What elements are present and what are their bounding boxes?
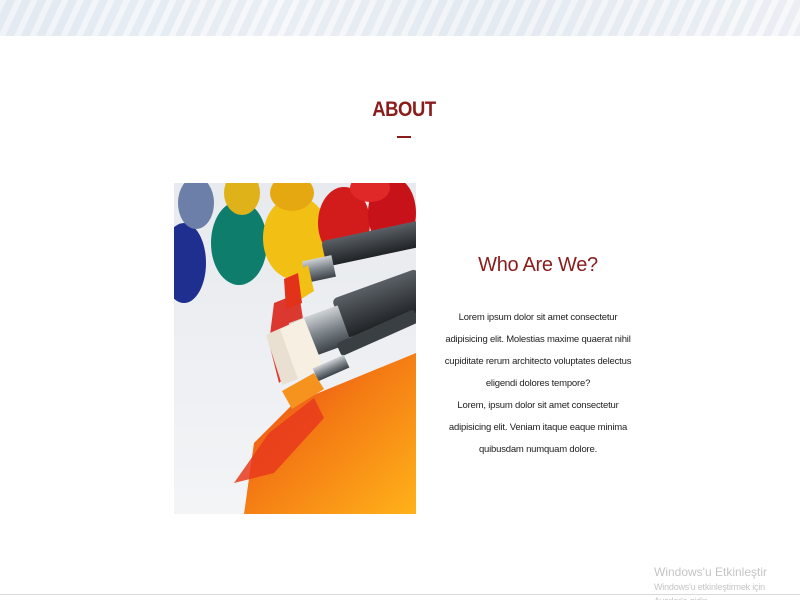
section-heading-about: ABOUT: [372, 98, 436, 121]
paintbrushes-illustration: [174, 183, 416, 514]
about-paragraph-2: Lorem, ipsum dolor sit amet consectetur …: [448, 400, 628, 455]
watermark-title: Windows'u Etkinleştir: [654, 565, 767, 579]
watermark-subtitle: Windows'u etkinleştirmek için Ayarlar'a …: [654, 582, 765, 600]
about-image-paintbrushes: [174, 183, 416, 514]
about-paragraph-1: Lorem ipsum dolor sit amet consectetur a…: [444, 312, 632, 389]
about-description: Lorem ipsum dolor sit amet consectetur a…: [437, 307, 639, 461]
heading-underline: [397, 136, 411, 138]
page: ABOUT Who Are We? Lorem ipsum dolor sit …: [0, 0, 800, 600]
footer-divider: [0, 594, 800, 595]
hero-bottom-strip: [0, 0, 800, 36]
who-are-we-heading: Who Are We?: [478, 254, 598, 276]
